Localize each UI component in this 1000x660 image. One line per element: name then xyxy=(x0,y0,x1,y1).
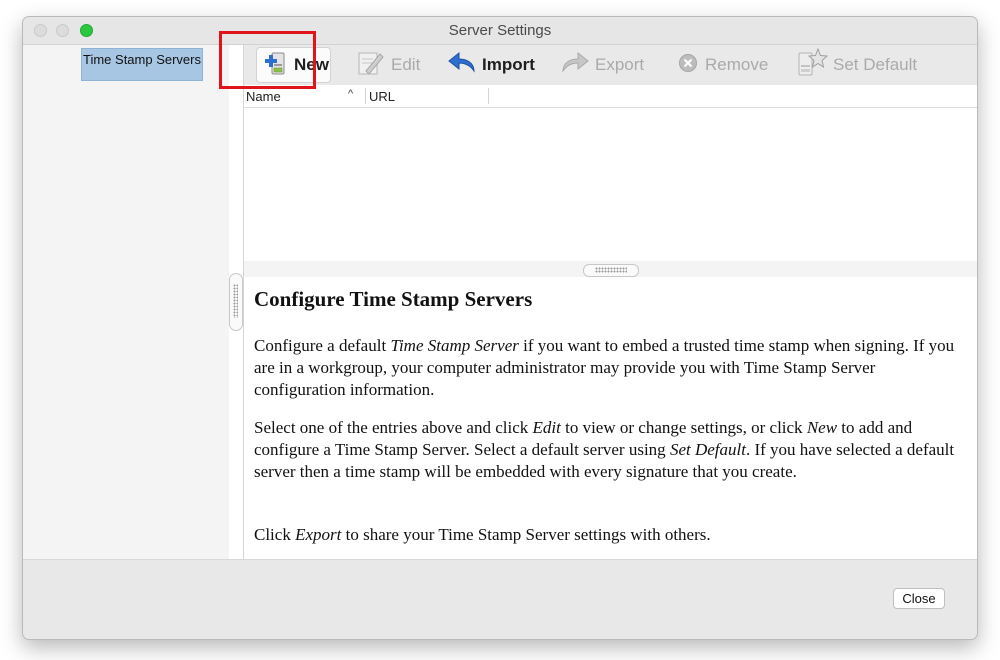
import-button-label: Import xyxy=(482,55,535,74)
help-heading: Configure Time Stamp Servers xyxy=(254,287,533,311)
set-default-button[interactable]: Set Default xyxy=(796,45,917,85)
edit-button-label: Edit xyxy=(391,55,421,74)
export-button-label: Export xyxy=(595,55,645,74)
vertical-splitter[interactable] xyxy=(229,45,244,559)
server-settings-window: Server Settings Time Stamp Servers New E… xyxy=(22,16,978,640)
column-header-url[interactable]: URL xyxy=(369,89,395,104)
close-button[interactable]: Close xyxy=(893,588,945,609)
title-bar[interactable]: Server Settings xyxy=(23,17,977,45)
footer: Close xyxy=(23,559,977,639)
import-button[interactable]: Import xyxy=(447,45,535,85)
edit-pencil-icon xyxy=(356,48,386,83)
window-title: Server Settings xyxy=(448,22,552,39)
main-panel: New Edit Import Export Remove Set Defaul… xyxy=(244,45,977,559)
horizontal-splitter-grip[interactable] xyxy=(583,264,639,277)
import-arrow-icon xyxy=(447,49,477,82)
horizontal-splitter[interactable] xyxy=(244,261,977,277)
help-paragraph: Click Export to share your Time Stamp Se… xyxy=(254,525,711,544)
column-divider[interactable] xyxy=(488,88,489,104)
new-button-highlight-box xyxy=(219,31,316,89)
edit-button[interactable]: Edit xyxy=(356,45,420,85)
column-header-name[interactable]: Name xyxy=(246,89,362,104)
toolbar: New Edit Import Export Remove Set Defaul… xyxy=(244,45,977,85)
sidebar-item-time-stamp-servers[interactable]: Time Stamp Servers xyxy=(81,48,203,81)
remove-x-icon xyxy=(676,51,700,80)
vertical-splitter-grip[interactable] xyxy=(229,273,243,331)
export-arrow-icon xyxy=(560,49,590,82)
export-button[interactable]: Export xyxy=(560,45,644,85)
remove-button[interactable]: Remove xyxy=(676,45,768,85)
help-paragraph: Select one of the entries above and clic… xyxy=(254,418,955,481)
table-header: Name ^ URL xyxy=(244,85,977,108)
remove-button-label: Remove xyxy=(705,55,769,74)
servers-table[interactable]: Name ^ URL xyxy=(244,85,977,260)
column-divider[interactable] xyxy=(365,88,366,104)
sidebar: Time Stamp Servers xyxy=(23,45,230,559)
set-default-star-icon xyxy=(796,47,829,84)
set-default-button-label: Set Default xyxy=(833,55,918,74)
sort-ascending-icon: ^ xyxy=(348,88,354,100)
help-panel: Configure Time Stamp Servers Configure a… xyxy=(244,277,977,559)
help-paragraph: Configure a default Time Stamp Server if… xyxy=(254,336,955,399)
